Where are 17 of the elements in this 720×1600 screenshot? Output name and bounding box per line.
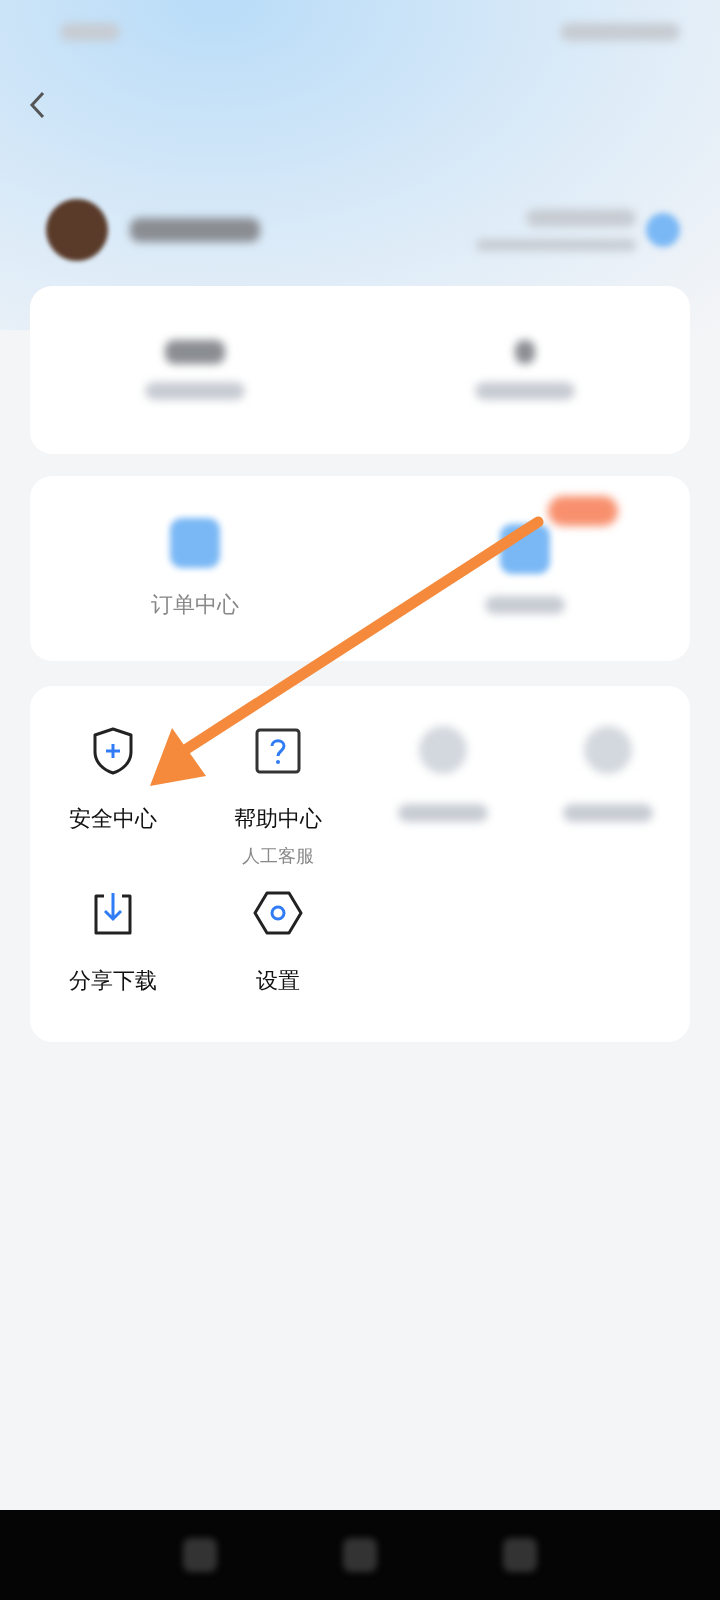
menu-label[interactable]: 订单中心	[151, 589, 239, 620]
menu-sublabel: 人工客服	[241, 844, 314, 868]
menu-label[interactable]: 设置	[255, 966, 300, 996]
blurred-icon[interactable]	[343, 1538, 377, 1572]
menu-label[interactable]: 安全中心	[68, 804, 157, 834]
blurred-icon[interactable]	[170, 517, 220, 568]
blurred-icon[interactable]	[583, 726, 632, 774]
menu-label[interactable]: 帮助中心	[233, 804, 322, 834]
blurred-text	[60, 23, 120, 41]
help-icon[interactable]	[253, 726, 302, 776]
blurred-text	[515, 340, 535, 364]
blurred-icon[interactable]	[418, 726, 467, 774]
blurred-icon[interactable]	[503, 1538, 537, 1572]
blurred-badge	[548, 495, 618, 526]
blurred-text	[165, 340, 225, 364]
blurred-icon[interactable]	[183, 1538, 217, 1572]
menu-label[interactable]: 分享下载	[68, 966, 157, 996]
